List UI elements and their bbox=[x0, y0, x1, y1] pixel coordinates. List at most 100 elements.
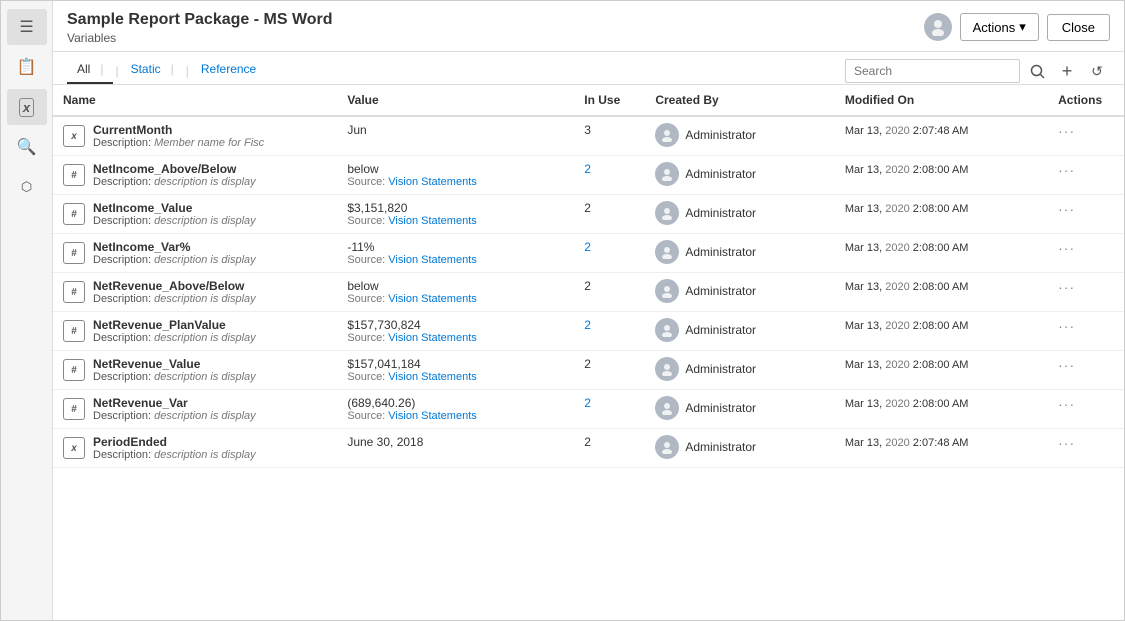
modifiedon-cell: Mar 13, 2020 2:07:48 AM bbox=[835, 116, 1048, 156]
table-row: # NetRevenue_PlanValue Description: desc… bbox=[53, 312, 1124, 351]
search-button[interactable] bbox=[1024, 58, 1050, 84]
inuse-value: 3 bbox=[584, 123, 591, 137]
tab-static[interactable]: Static bbox=[121, 58, 184, 84]
table-row: # NetIncome_Var% Description: descriptio… bbox=[53, 234, 1124, 273]
variable-type-icon: # bbox=[63, 203, 85, 225]
sidebar-item-document[interactable]: 📋 bbox=[7, 49, 47, 85]
inuse-cell[interactable]: 2 bbox=[574, 312, 645, 351]
variable-name-text: NetIncome_Above/Below Description: descr… bbox=[93, 162, 256, 188]
creator-avatar bbox=[655, 435, 679, 459]
value-cell: $3,151,820Source: Vision Statements bbox=[337, 195, 574, 234]
inuse-cell[interactable]: 2 bbox=[574, 390, 645, 429]
variable-name-text: NetRevenue_Value Description: descriptio… bbox=[93, 357, 256, 383]
creator-name: Administrator bbox=[685, 362, 756, 376]
sidebar-item-hamburger[interactable]: ☰ bbox=[7, 9, 47, 45]
sidebar-item-variable[interactable]: x bbox=[7, 89, 47, 125]
name-cell: # NetRevenue_Value Description: descript… bbox=[53, 351, 337, 390]
variable-desc: Description: description is display bbox=[93, 410, 256, 422]
row-actions-cell[interactable]: ··· bbox=[1048, 351, 1124, 390]
table-row: # NetRevenue_Value Description: descript… bbox=[53, 351, 1124, 390]
inuse-cell: 2 bbox=[574, 273, 645, 312]
createdby-cell: Administrator bbox=[645, 390, 835, 429]
row-actions-cell[interactable]: ··· bbox=[1048, 390, 1124, 429]
inuse-cell[interactable]: 2 bbox=[574, 234, 645, 273]
creator-cell: Administrator bbox=[655, 318, 825, 342]
value-main: (689,640.26) bbox=[347, 396, 564, 410]
variable-name-text: CurrentMonth Description: Member name fo… bbox=[93, 123, 264, 149]
user-avatar bbox=[924, 13, 952, 41]
variable-name-text: NetRevenue_PlanValue Description: descri… bbox=[93, 318, 256, 344]
row-actions-menu[interactable]: ··· bbox=[1058, 435, 1075, 451]
creator-name: Administrator bbox=[685, 401, 756, 415]
inuse-cell: 3 bbox=[574, 116, 645, 156]
variable-type-icon: x bbox=[63, 437, 85, 459]
variable-type-icon: # bbox=[63, 398, 85, 420]
modified-date: Mar 13, 2020 2:08:00 AM bbox=[845, 320, 969, 332]
row-actions-menu[interactable]: ··· bbox=[1058, 123, 1075, 139]
row-actions-cell[interactable]: ··· bbox=[1048, 195, 1124, 234]
tab-reference[interactable]: Reference bbox=[191, 58, 266, 84]
creator-cell: Administrator bbox=[655, 123, 825, 147]
inuse-link[interactable]: 2 bbox=[584, 396, 591, 410]
refresh-button[interactable]: ↺ bbox=[1084, 58, 1110, 84]
row-actions-cell[interactable]: ··· bbox=[1048, 156, 1124, 195]
sidebar-item-tree[interactable]: ⬡ bbox=[7, 169, 47, 205]
variable-type-icon: # bbox=[63, 320, 85, 342]
main-content: Sample Report Package - MS Word Variable… bbox=[53, 1, 1124, 620]
inuse-link[interactable]: 2 bbox=[584, 240, 591, 254]
inuse-link[interactable]: 2 bbox=[584, 162, 591, 176]
inuse-cell[interactable]: 2 bbox=[574, 156, 645, 195]
modified-date: Mar 13, 2020 2:08:00 AM bbox=[845, 281, 969, 293]
document-icon: 📋 bbox=[17, 57, 37, 77]
row-actions-cell[interactable]: ··· bbox=[1048, 234, 1124, 273]
close-button[interactable]: Close bbox=[1047, 14, 1110, 41]
sidebar-item-search[interactable]: 🔍 bbox=[7, 129, 47, 165]
row-actions-cell[interactable]: ··· bbox=[1048, 273, 1124, 312]
modifiedon-cell: Mar 13, 2020 2:08:00 AM bbox=[835, 195, 1048, 234]
modifiedon-cell: Mar 13, 2020 2:08:00 AM bbox=[835, 234, 1048, 273]
tab-all[interactable]: All bbox=[67, 58, 113, 84]
value-cell: -11%Source: Vision Statements bbox=[337, 234, 574, 273]
row-actions-menu[interactable]: ··· bbox=[1058, 162, 1075, 178]
variable-name: NetRevenue_Above/Below bbox=[93, 279, 256, 293]
row-actions-cell[interactable]: ··· bbox=[1048, 312, 1124, 351]
value-source: Source: Vision Statements bbox=[347, 215, 564, 227]
table-container: Name Value In Use Created By Modified On… bbox=[53, 85, 1124, 620]
tree-icon: ⬡ bbox=[21, 179, 32, 195]
variable-type-icon: # bbox=[63, 359, 85, 381]
creator-cell: Administrator bbox=[655, 162, 825, 186]
actions-button[interactable]: Actions ▾ bbox=[960, 13, 1039, 41]
col-header-modifiedon: Modified On bbox=[835, 85, 1048, 116]
tabs: All | Static | Reference bbox=[67, 58, 266, 84]
name-cell: # NetRevenue_Var Description: descriptio… bbox=[53, 390, 337, 429]
inuse-cell: 2 bbox=[574, 429, 645, 468]
row-actions-cell[interactable]: ··· bbox=[1048, 429, 1124, 468]
createdby-cell: Administrator bbox=[645, 156, 835, 195]
row-actions-menu[interactable]: ··· bbox=[1058, 318, 1075, 334]
col-header-actions: Actions bbox=[1048, 85, 1124, 116]
modified-date: Mar 13, 2020 2:08:00 AM bbox=[845, 203, 969, 215]
value-main: $157,730,824 bbox=[347, 318, 564, 332]
createdby-cell: Administrator bbox=[645, 234, 835, 273]
inuse-link[interactable]: 2 bbox=[584, 318, 591, 332]
add-button[interactable]: + bbox=[1054, 58, 1080, 84]
row-actions-menu[interactable]: ··· bbox=[1058, 279, 1075, 295]
value-cell: belowSource: Vision Statements bbox=[337, 156, 574, 195]
search-input[interactable] bbox=[845, 59, 1020, 83]
row-actions-cell[interactable]: ··· bbox=[1048, 116, 1124, 156]
search-area: + ↺ bbox=[845, 58, 1110, 84]
row-actions-menu[interactable]: ··· bbox=[1058, 240, 1075, 256]
variable-desc: Description: description is display bbox=[93, 215, 256, 227]
modified-date: Mar 13, 2020 2:07:48 AM bbox=[845, 125, 969, 137]
creator-avatar bbox=[655, 357, 679, 381]
variable-name: NetIncome_Value bbox=[93, 201, 256, 215]
hamburger-icon: ☰ bbox=[19, 17, 33, 37]
name-cell: x CurrentMonth Description: Member name … bbox=[53, 116, 337, 156]
variable-type-icon: # bbox=[63, 242, 85, 264]
row-actions-menu[interactable]: ··· bbox=[1058, 357, 1075, 373]
row-actions-menu[interactable]: ··· bbox=[1058, 201, 1075, 217]
name-cell: # NetIncome_Above/Below Description: des… bbox=[53, 156, 337, 195]
row-actions-menu[interactable]: ··· bbox=[1058, 396, 1075, 412]
modified-date: Mar 13, 2020 2:07:48 AM bbox=[845, 437, 969, 449]
variable-desc: Description: description is display bbox=[93, 371, 256, 383]
